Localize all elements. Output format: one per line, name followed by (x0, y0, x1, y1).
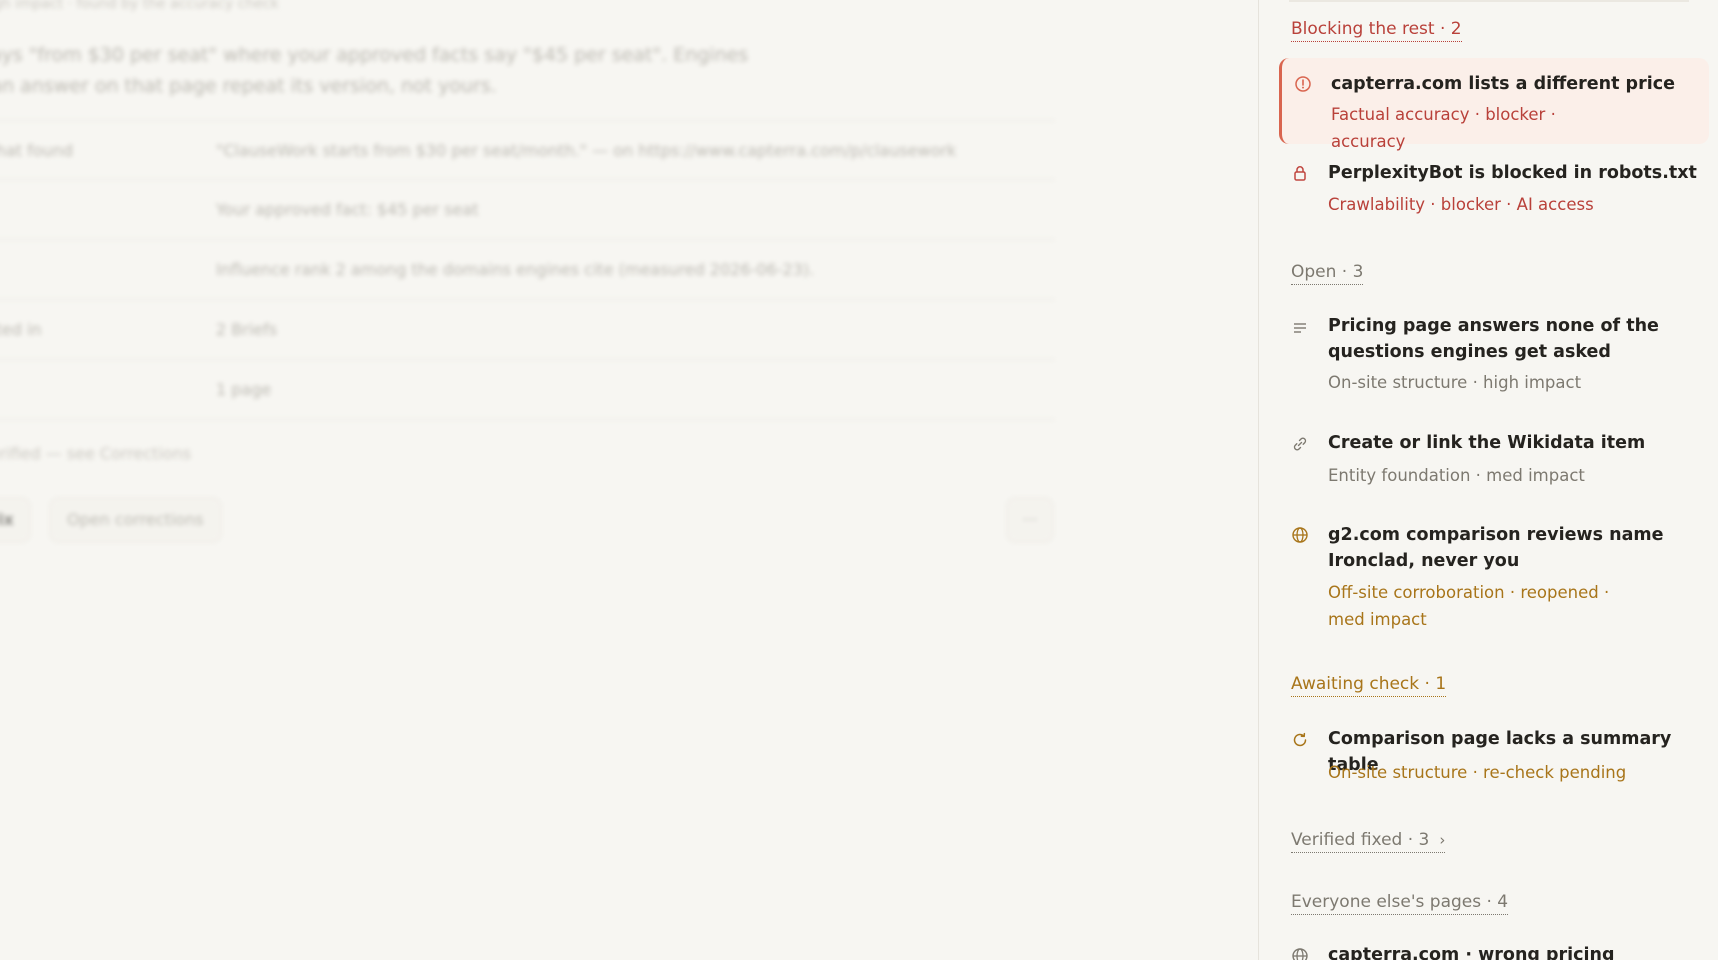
chevron-right-icon: › (1439, 831, 1446, 849)
group-verified-header[interactable]: Verified fixed · 3 › (1291, 829, 1446, 853)
issue-meta: Factual accuracy · blocker · accuracy (1331, 105, 1556, 151)
issue-meta: Entity foundation · med impact (1328, 466, 1585, 485)
issue-item-wikidata[interactable]: Create or link the Wikidata item Entity … (1279, 420, 1709, 500)
issue-title: capterra.com lists a different price (1331, 74, 1675, 94)
link-icon (1291, 435, 1309, 453)
issue-summary: says "from $30 per seat" where your appr… (0, 40, 748, 102)
lock-icon (1291, 164, 1309, 182)
issue-meta-line: high impact · found by the accuracy chec… (0, 0, 279, 12)
refresh-icon (1291, 731, 1309, 749)
group-label: Awaiting check · 1 (1291, 674, 1447, 694)
fact-row: Influence rank 2 among the domains engin… (0, 240, 1055, 300)
issue-title: Pricing page answers none of the questio… (1328, 316, 1659, 362)
fact-row: Cited in 2 Briefs (0, 300, 1055, 360)
summary-line: says "from $30 per seat" where your appr… (0, 44, 749, 66)
issue-meta: Off-site corroboration · reopened · med … (1328, 583, 1610, 629)
group-blocking-header[interactable]: Blocking the rest · 2 (1291, 18, 1462, 42)
issue-item-g2-comparison[interactable]: g2.com comparison reviews name Ironclad,… (1279, 513, 1709, 633)
issue-item-capterra-price[interactable]: capterra.com lists a different price Fac… (1279, 58, 1709, 151)
issue-item-comparison-table[interactable]: Comparison page lacks a summary table On… (1279, 716, 1709, 796)
issue-item-pricing-page[interactable]: Pricing page answers none of the questio… (1279, 303, 1709, 403)
action-bar: Fix Open corrections ··· (0, 498, 1055, 542)
group-open-header[interactable]: Open · 3 (1291, 261, 1364, 285)
globe-icon (1291, 526, 1309, 544)
fact-row: Your approved fact: $45 per seat (0, 180, 1055, 240)
issue-meta: On-site structure · high impact (1328, 373, 1582, 392)
issue-item-capterra-wrong-pricing[interactable]: capterra.com · wrong pricing (1279, 935, 1709, 960)
summary-line: can answer on that page repeat its versi… (0, 75, 497, 97)
group-awaiting-header[interactable]: Awaiting check · 1 (1291, 673, 1447, 697)
group-label: Open · 3 (1291, 262, 1364, 282)
issue-title: Create or link the Wikidata item (1328, 433, 1646, 453)
issue-meta: On-site structure · re-check pending (1328, 763, 1627, 782)
fact-value: Your approved fact: $45 per seat (216, 200, 479, 219)
issue-item-perplexitybot[interactable]: PerplexityBot is blocked in robots.txt C… (1279, 148, 1709, 228)
fact-value: 2 Briefs (216, 320, 278, 339)
fact-value: Influence rank 2 among the domains engin… (216, 260, 815, 279)
group-label: Everyone else's pages · 4 (1291, 892, 1509, 912)
globe-icon (1291, 947, 1309, 960)
fix-button[interactable]: Fix (0, 498, 30, 542)
issue-title: g2.com comparison reviews name Ironclad,… (1328, 525, 1664, 571)
divider (1289, 0, 1689, 2)
issues-panel: Blocking the rest · 2 capterra.com lists… (1258, 0, 1718, 960)
fact-row: 1 page (0, 360, 1055, 420)
issue-title: PerplexityBot is blocked in robots.txt (1328, 163, 1697, 183)
issue-title: capterra.com · wrong pricing (1328, 945, 1615, 960)
group-label: Blocking the rest · 2 (1291, 19, 1462, 39)
fact-row: What found "ClauseWork starts from $30 p… (0, 120, 1055, 180)
alert-circle-icon (1294, 75, 1312, 93)
verification-note: Verified — see Corrections (0, 444, 192, 463)
fact-value: 1 page (216, 380, 272, 399)
main-content: high impact · found by the accuracy chec… (0, 0, 1258, 960)
issue-meta: Crawlability · blocker · AI access (1328, 195, 1594, 214)
fact-key: What found (0, 141, 73, 160)
fact-key: Cited in (0, 320, 42, 339)
more-options-button[interactable]: ··· (1007, 498, 1053, 542)
facts-table: What found "ClauseWork starts from $30 p… (0, 120, 1055, 420)
text-lines-icon (1291, 319, 1309, 337)
group-label: Verified fixed · 3 (1291, 830, 1430, 850)
group-others-header[interactable]: Everyone else's pages · 4 (1291, 891, 1509, 915)
open-corrections-button[interactable]: Open corrections (50, 498, 221, 542)
fact-value: "ClauseWork starts from $30 per seat/mon… (216, 141, 957, 160)
